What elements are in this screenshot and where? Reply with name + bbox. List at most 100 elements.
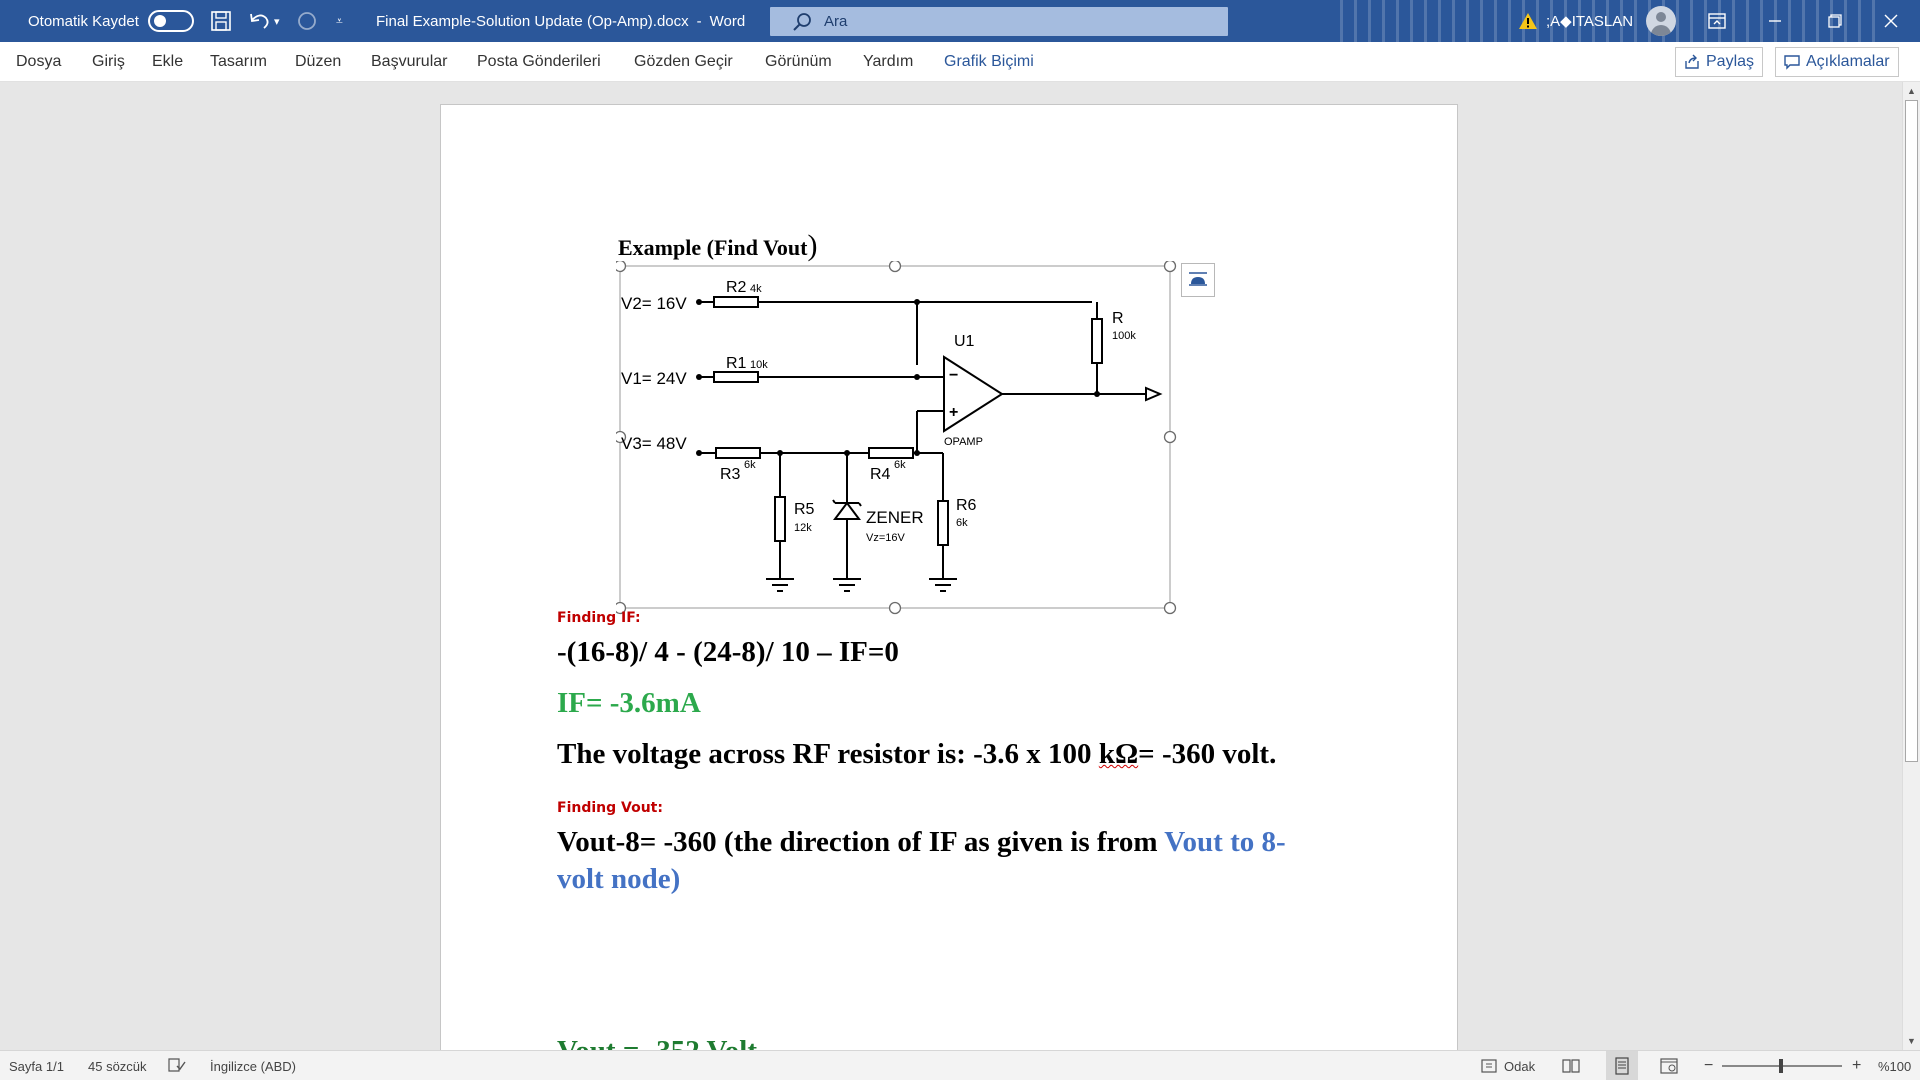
r6-value: 6k — [956, 517, 968, 529]
tab-insert[interactable]: Ekle — [152, 42, 183, 82]
minimize-icon[interactable] — [1768, 0, 1782, 42]
scroll-up-icon[interactable]: ▲ — [1907, 86, 1916, 96]
window-title: Final Example-Solution Update (Op-Amp).d… — [376, 0, 745, 42]
status-bar: Sayfa 1/1 45 sözcük İngilizce (ABD) Odak… — [0, 1050, 1920, 1080]
comments-button[interactable]: Açıklamalar — [1775, 47, 1899, 77]
title-bar: Otomatik Kaydet ▾ ⩡ Final Example-Soluti… — [0, 0, 1920, 42]
v3-label: V3= 48V — [621, 434, 687, 453]
web-layout-icon[interactable] — [1660, 1051, 1678, 1080]
v1-label: V1= 24V — [621, 369, 687, 388]
r3-value: 6k — [744, 459, 756, 471]
r4-value: 6k — [894, 459, 906, 471]
opamp-plus-sign: + — [949, 404, 958, 421]
r1-label: R1 — [726, 355, 747, 372]
vout-equation-text: Vout-8= -360 (the direction of IF as giv… — [557, 826, 1165, 858]
r2-label: R2 — [726, 279, 747, 296]
undo-dropdown-icon[interactable]: ▾ — [274, 0, 280, 42]
warning-icon[interactable] — [1518, 0, 1538, 42]
document-page[interactable]: Example (Find Vout) V2= 16V R2 4k V1= 24… — [440, 104, 1458, 1050]
rf-result: = -360 volt. — [1138, 738, 1277, 770]
tab-view[interactable]: Görünüm — [765, 42, 832, 82]
tab-references[interactable]: Başvurular — [371, 42, 447, 82]
comments-label: Açıklamalar — [1806, 53, 1890, 70]
r4-label: R4 — [870, 466, 891, 483]
rf-value: 100k — [1112, 330, 1136, 342]
r6-label: R6 — [956, 497, 977, 514]
save-icon[interactable] — [210, 0, 232, 42]
heading-finding-vout: Finding Vout: — [557, 800, 663, 816]
scrollbar-thumb[interactable] — [1905, 100, 1918, 762]
vertical-scrollbar[interactable]: ▲ ▼ — [1902, 82, 1920, 1050]
figure-title-paren: ) — [807, 229, 818, 262]
opamp-label: OPAMP — [944, 436, 983, 448]
zoom-level[interactable]: %100 — [1878, 1051, 1911, 1080]
search-placeholder: Ara — [824, 13, 848, 30]
focus-mode-button[interactable]: Odak — [1480, 1051, 1535, 1080]
user-name[interactable]: ;A◆ITASLAN — [1546, 0, 1633, 42]
close-icon[interactable] — [1884, 0, 1898, 42]
r1-value: 10k — [750, 359, 768, 371]
autosave-toggle[interactable] — [148, 0, 194, 42]
redo-icon[interactable] — [294, 0, 320, 42]
circuit-diagram[interactable]: V2= 16V R2 4k V1= 24V R1 10k R 100k U1 −… — [616, 261, 1196, 641]
vout-equation-line2: volt node) — [557, 863, 681, 895]
autosave-label: Otomatik Kaydet — [28, 12, 139, 30]
tab-mailings[interactable]: Posta Gönderileri — [477, 42, 601, 82]
word-count[interactable]: 45 sözcük — [88, 1051, 147, 1080]
search-icon — [793, 12, 811, 31]
selection-frame — [619, 265, 1171, 609]
ribbon-tabs: Dosya Giriş Ekle Tasarım Düzen Başvurula… — [0, 42, 1920, 82]
voltage-across-rf: The voltage across RF resistor is: -3.6 … — [557, 738, 1276, 771]
focus-icon — [1481, 1059, 1497, 1073]
rf-label: R — [1112, 310, 1124, 327]
share-icon — [1685, 54, 1699, 69]
v2-label: V2= 16V — [621, 294, 687, 313]
heading-finding-if: Finding IF: — [557, 610, 641, 626]
zoom-out-icon[interactable]: − — [1704, 1051, 1713, 1080]
zoom-slider-thumb[interactable] — [1779, 1059, 1783, 1073]
zoom-in-icon[interactable]: + — [1852, 1051, 1861, 1080]
zener-label: ZENER — [866, 508, 924, 527]
comment-icon — [1784, 55, 1800, 70]
tab-help[interactable]: Yardım — [863, 42, 913, 82]
tab-home[interactable]: Giriş — [92, 42, 125, 82]
r3-label: R3 — [720, 466, 741, 483]
title-separator: - — [696, 12, 702, 30]
read-mode-icon[interactable] — [1562, 1051, 1580, 1080]
opamp-minus-sign: − — [949, 367, 958, 384]
tab-review[interactable]: Gözden Geçir — [634, 42, 733, 82]
figure-title-text: Example (Find Vout — [618, 235, 808, 260]
r5-value: 12k — [794, 522, 812, 534]
vout-final-result: Vout = -352 Volt — [557, 1035, 757, 1050]
share-button[interactable]: Paylaş — [1675, 47, 1764, 77]
avatar[interactable] — [1646, 0, 1676, 42]
document-title: Final Example-Solution Update (Op-Amp).d… — [376, 12, 689, 30]
vout-direction-text: Vout to 8- — [1164, 826, 1286, 858]
share-label: Paylaş — [1706, 53, 1755, 70]
equation-if-result: IF= -3.6mA — [557, 687, 701, 719]
search-box[interactable]: Ara — [770, 7, 1228, 36]
language-indicator[interactable]: İngilizce (ABD) — [210, 1051, 296, 1080]
document-area[interactable]: Example (Find Vout) V2= 16V R2 4k V1= 24… — [0, 82, 1902, 1050]
focus-label: Odak — [1504, 1058, 1536, 1074]
tab-file[interactable]: Dosya — [16, 42, 61, 82]
tab-design[interactable]: Tasarım — [210, 42, 267, 82]
r2-value: 4k — [750, 283, 762, 295]
ribbon-display-options-icon[interactable] — [1708, 0, 1726, 42]
vout-equation-line1: Vout-8= -360 (the direction of IF as giv… — [557, 826, 1286, 859]
tab-layout[interactable]: Düzen — [295, 42, 341, 82]
proofing-icon[interactable] — [168, 1051, 186, 1080]
zener-voltage: Vz=16V — [866, 532, 905, 544]
resize-handles[interactable] — [616, 261, 1177, 615]
tab-shape-format[interactable]: Grafik Biçimi — [944, 42, 1034, 82]
undo-icon[interactable] — [248, 0, 274, 42]
zoom-slider[interactable] — [1722, 1051, 1842, 1080]
r5-label: R5 — [794, 501, 815, 518]
restore-icon[interactable] — [1828, 0, 1842, 42]
scroll-down-icon[interactable]: ▼ — [1907, 1036, 1916, 1046]
u1-label: U1 — [954, 333, 975, 350]
figure-title: Example (Find Vout) — [618, 229, 818, 263]
print-layout-icon[interactable] — [1606, 1051, 1638, 1080]
customize-toolbar-icon[interactable]: ⩡ — [336, 0, 343, 42]
page-count[interactable]: Sayfa 1/1 — [9, 1051, 64, 1080]
